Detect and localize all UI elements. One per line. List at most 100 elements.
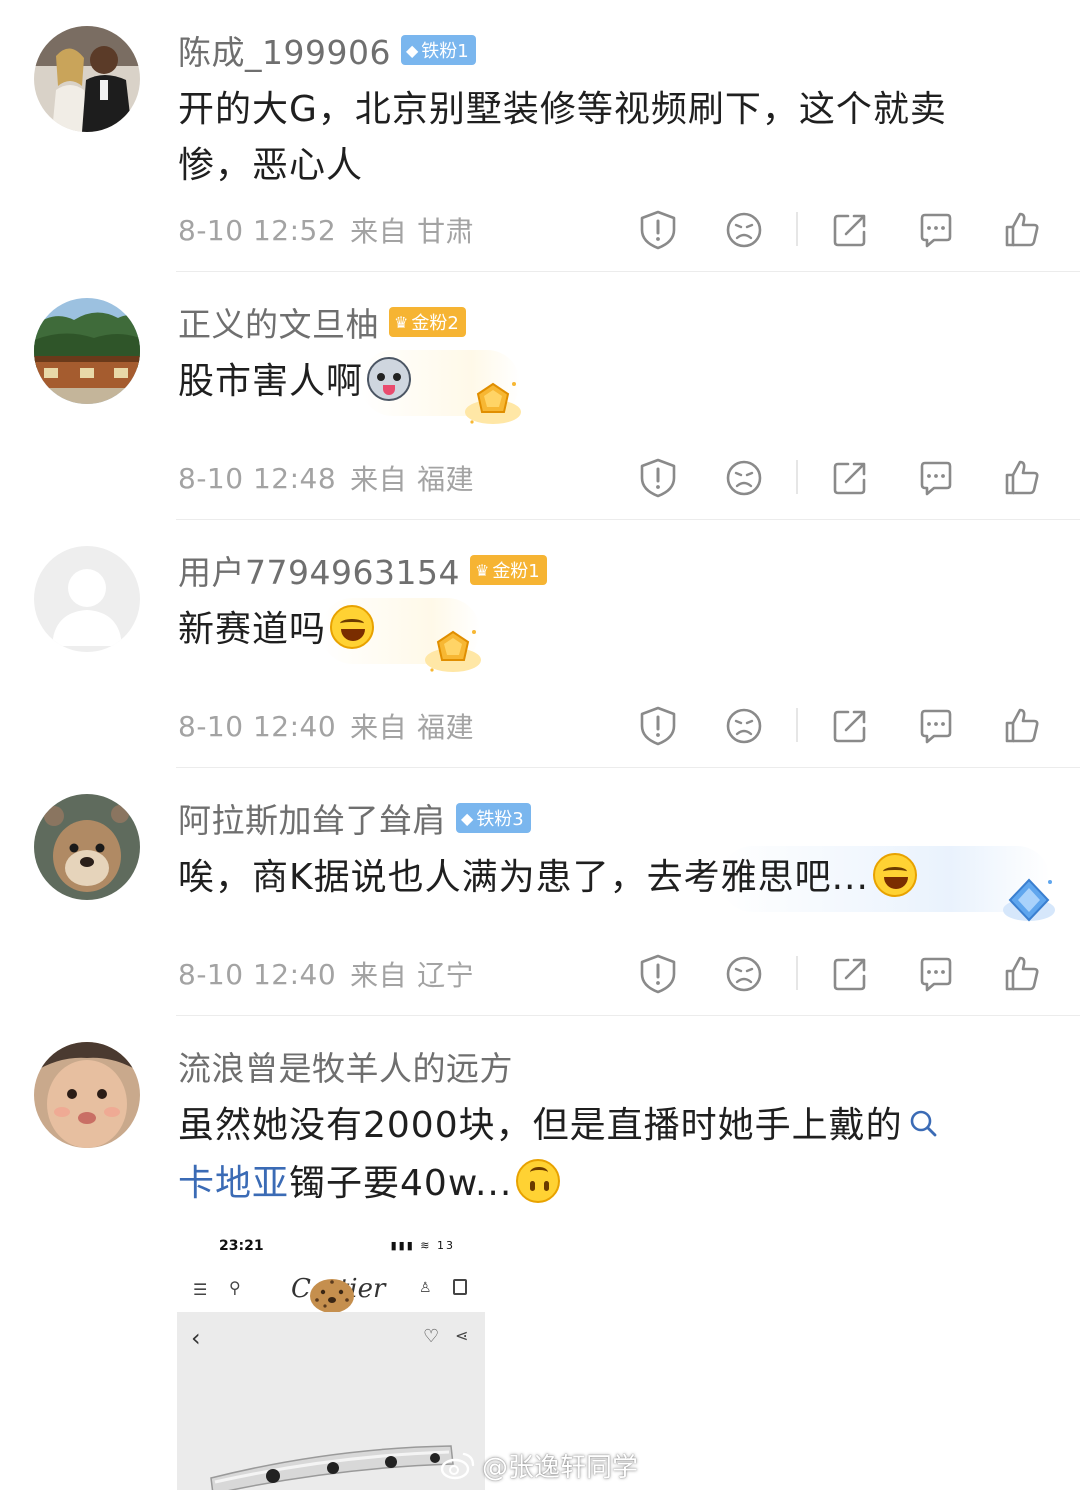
action-separator — [796, 956, 798, 990]
comment-text: 股市害人啊 — [178, 354, 412, 410]
report-icon[interactable] — [636, 456, 680, 500]
like-icon[interactable] — [1000, 952, 1044, 996]
comment-actions — [636, 456, 1056, 500]
comment-item: 陈成_199906 ◆ 铁粉1 开的大G，北京别墅装修等视频刷下，这个就卖 惨，… — [0, 0, 1080, 272]
avatar[interactable] — [34, 1042, 140, 1148]
action-separator — [796, 460, 798, 494]
comment-text-line: 股市害人啊 — [178, 354, 412, 410]
comment-text-span: 虽然她没有2000块，但是直播时她手上戴的 — [178, 1105, 903, 1146]
like-icon[interactable] — [1000, 456, 1044, 500]
leopard-icon — [310, 1279, 354, 1313]
username[interactable]: 阿拉斯加耸了耸肩 — [178, 794, 446, 842]
action-separator — [796, 708, 798, 742]
comment-icon[interactable] — [914, 208, 958, 252]
comment-item: 正义的文旦柚 ♛ 金粉2 股市害人啊 8-10 12:48 来自 福建 — [0, 272, 1080, 520]
husky-emoji-icon — [367, 357, 412, 401]
from-label: 来自 — [350, 711, 408, 744]
diamond-icon: ◆ — [405, 40, 419, 60]
attached-image[interactable]: 23:21 ▮▮▮ ≋ 13 ☰ ⚲ Cartier ♙ ‹ ♡ ⋖ — [177, 1230, 485, 1490]
share-icon[interactable] — [828, 704, 872, 748]
username[interactable]: 正义的文旦柚 — [178, 298, 379, 346]
comment-meta: 8-10 12:48 来自 福建 — [178, 458, 474, 498]
user-icon: ♙ — [419, 1280, 432, 1296]
report-icon[interactable] — [636, 704, 680, 748]
share-icon: ⋖ — [455, 1326, 469, 1345]
dislike-face-icon[interactable] — [722, 208, 766, 252]
ip-location: 甘肃 — [417, 215, 475, 248]
heart-icon: ♡ — [423, 1326, 440, 1347]
bracelet-icon — [210, 1445, 454, 1490]
diamond-icon: ◆ — [461, 808, 474, 828]
from-label: 来自 — [350, 215, 408, 248]
upside-down-face-emoji-icon — [516, 1159, 561, 1203]
username-row: 陈成_199906 ◆ 铁粉1 — [178, 28, 476, 72]
laugh-cry-emoji-icon — [330, 605, 375, 649]
username[interactable]: 陈成_199906 — [178, 26, 391, 74]
comment-text: 唉，商K据说也人满为患了，去考雅思吧... — [178, 850, 917, 906]
comment-meta: 8-10 12:52 来自 甘肃 — [178, 210, 474, 250]
back-icon: ‹ — [191, 1324, 201, 1352]
search-icon[interactable] — [909, 1100, 939, 1156]
bag-icon — [453, 1279, 467, 1295]
comment-actions — [636, 208, 1056, 252]
username[interactable]: 流浪曾是牧羊人的远方 — [178, 1042, 513, 1090]
comment-text-span: 股市害人啊 — [178, 361, 364, 402]
fan-badge[interactable]: ♛ 金粉2 — [389, 307, 466, 337]
share-icon[interactable] — [828, 208, 872, 252]
report-icon[interactable] — [636, 208, 680, 252]
comment-meta: 8-10 12:40 来自 辽宁 — [178, 954, 474, 994]
from-label: 来自 — [350, 463, 408, 496]
username-row: 用户7794963154 ♛ 金粉1 — [178, 548, 547, 592]
comment-actions — [636, 704, 1056, 748]
ip-location: 福建 — [417, 711, 475, 744]
comment-icon[interactable] — [914, 704, 958, 748]
dislike-face-icon[interactable] — [722, 456, 766, 500]
username-row: 正义的文旦柚 ♛ 金粉2 — [178, 300, 466, 344]
comment-item: 用户7794963154 ♛ 金粉1 新赛道吗 8-10 12:40 来自 福建 — [0, 520, 1080, 768]
dislike-face-icon[interactable] — [722, 704, 766, 748]
topic-link[interactable]: 卡地亚 — [178, 1163, 289, 1204]
comment-text-line: 唉，商K据说也人满为患了，去考雅思吧... — [178, 850, 917, 906]
fan-badge[interactable]: ◆ 铁粉3 — [456, 803, 531, 833]
gold-fan-sticker-icon — [422, 620, 484, 682]
image-status-bar: 23:21 ▮▮▮ ≋ 13 — [177, 1230, 485, 1264]
comment-icon[interactable] — [914, 952, 958, 996]
username[interactable]: 用户7794963154 — [178, 546, 460, 594]
image-clock: 23:21 — [219, 1238, 264, 1254]
comment-text: 开的大G，北京别墅装修等视频刷下，这个就卖 惨，恶心人 — [178, 82, 947, 194]
comment-icon[interactable] — [914, 456, 958, 500]
crown-icon: ♛ — [394, 312, 409, 332]
avatar[interactable] — [34, 794, 140, 900]
from-label: 来自 — [350, 959, 408, 992]
fan-badge[interactable]: ◆ 铁粉1 — [400, 35, 476, 65]
fan-badge-label: 金粉2 — [411, 313, 459, 334]
fan-badge-label: 铁粉3 — [476, 809, 524, 830]
ip-location: 福建 — [417, 463, 475, 496]
comment-meta: 8-10 12:40 来自 福建 — [178, 706, 474, 746]
comment-text-line: 虽然她没有2000块，但是直播时她手上戴的 — [178, 1098, 939, 1156]
fan-badge-label: 铁粉1 — [421, 41, 469, 62]
comment-time: 8-10 12:40 — [178, 709, 337, 743]
comment-actions — [636, 952, 1056, 996]
crown-icon: ♛ — [474, 560, 490, 580]
avatar[interactable] — [34, 546, 140, 652]
dislike-face-icon[interactable] — [722, 952, 766, 996]
laugh-cry-emoji-icon — [872, 853, 917, 897]
action-separator — [796, 212, 798, 246]
avatar[interactable] — [34, 298, 140, 404]
like-icon[interactable] — [1000, 704, 1044, 748]
comment-text-line: 惨，恶心人 — [178, 145, 364, 186]
like-icon[interactable] — [1000, 208, 1044, 252]
username-row: 流浪曾是牧羊人的远方 — [178, 1044, 513, 1088]
share-icon[interactable] — [828, 456, 872, 500]
fan-badge[interactable]: ♛ 金粉1 — [469, 555, 547, 585]
comment-item: 流浪曾是牧羊人的远方 虽然她没有2000块，但是直播时她手上戴的 卡地亚镯子要4… — [0, 1016, 1080, 1490]
report-icon[interactable] — [636, 952, 680, 996]
comment-time: 8-10 12:48 — [178, 461, 337, 495]
share-icon[interactable] — [828, 952, 872, 996]
fan-badge-label: 金粉1 — [492, 561, 540, 582]
menu-icon: ☰ — [193, 1280, 208, 1299]
watermark-text: @张逸轩同学 — [482, 1452, 639, 1483]
avatar[interactable] — [34, 26, 140, 132]
comment-text-span: 新赛道吗 — [178, 609, 327, 650]
